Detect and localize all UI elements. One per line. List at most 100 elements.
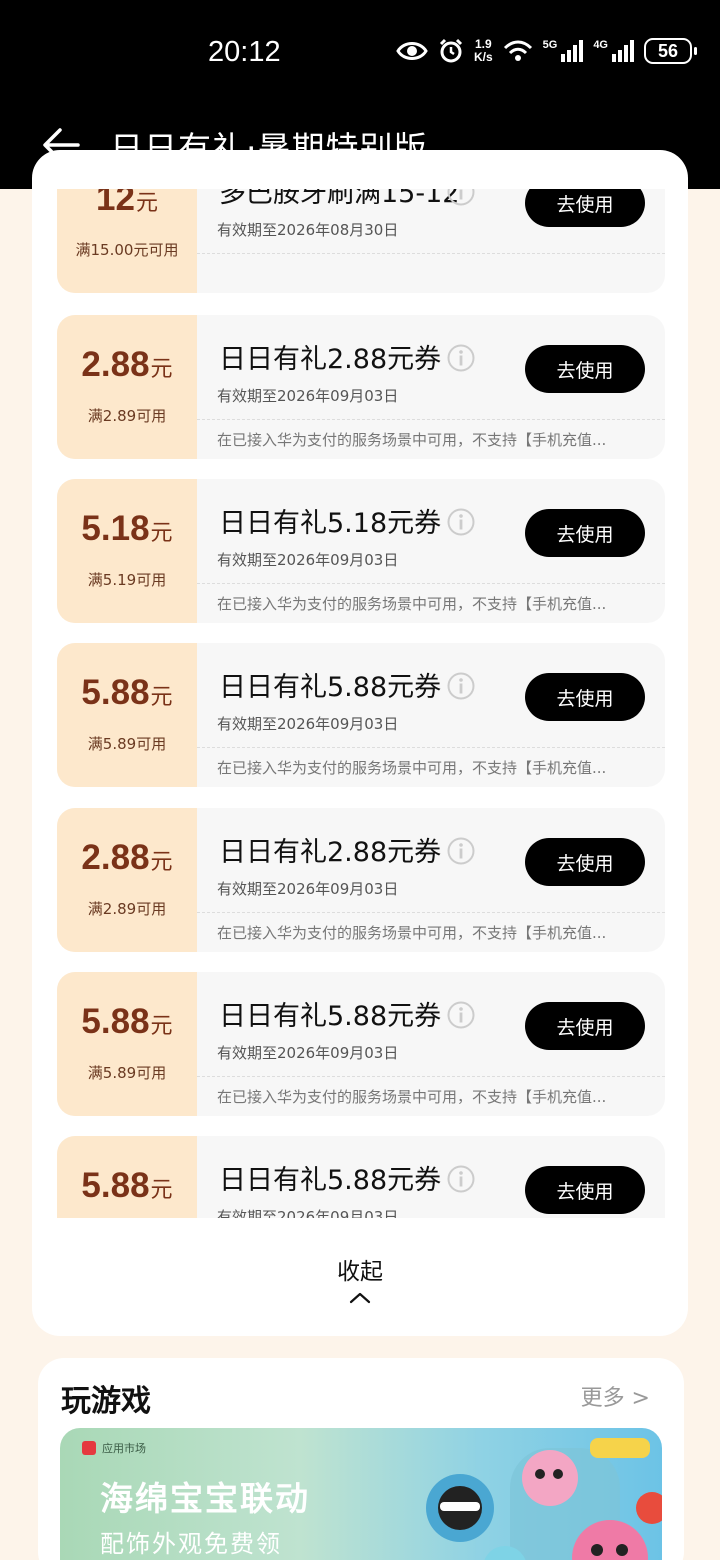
coupon-amount-value: 5.88 [81, 1002, 150, 1041]
coupon-divider [197, 253, 665, 254]
eye-icon [396, 42, 428, 60]
coupon-amount-value: 5.88 [81, 673, 150, 712]
coupon-note: 在已接入华为支付的服务场景中可用，不支持【手机充值... [217, 1088, 607, 1106]
status-time: 20:12 [208, 36, 281, 68]
wifi-icon [503, 40, 532, 61]
coupon-amount: 5.88元 [57, 673, 197, 713]
coupon-amount-box: 5.88元 满5.89可用 [57, 972, 197, 1116]
coupon-amount-unit: 元 [150, 1014, 173, 1039]
net-speed-unit: K/s [473, 50, 493, 64]
coupon-name: 多巴胺牙刷满15-12 [219, 189, 460, 209]
coupon-condition: 满15.00元可用 [75, 241, 179, 259]
coupon-amount-box: 5.18元 满5.19可用 [57, 479, 197, 623]
coupon-divider [197, 747, 665, 748]
status-icons: 1.9 K/s 5G 4G 56 [396, 38, 697, 64]
coupon-amount-unit: 元 [150, 357, 173, 382]
coupon-amount-unit: 元 [150, 850, 173, 875]
coupon-card: 5.88元 满5.89可用 日日有礼5.88元券 有效期至2026年09月03日… [57, 643, 665, 787]
net-speed: 1.9 K/s [474, 38, 493, 64]
coupon-condition: 满2.89可用 [87, 900, 167, 918]
collapse-label: 收起 [337, 1259, 383, 1285]
info-icon[interactable] [447, 508, 475, 536]
games-section: 玩游戏 更多 > 应用市场 海绵宝宝联动 配饰外观免费领 [38, 1358, 684, 1560]
coupon-amount-value: 5.18 [81, 509, 150, 548]
coupon-amount-box: 5.88元 [57, 1136, 197, 1218]
coupon-name: 日日有礼5.88元券 [219, 672, 442, 703]
coupon-name: 日日有礼2.88元券 [219, 837, 442, 868]
coupon-validity: 有效期至2026年09月03日 [217, 715, 399, 733]
battery-icon: 56 [644, 38, 697, 64]
coupon-amount-box: 5.88元 满5.89可用 [57, 643, 197, 787]
use-button[interactable]: 去使用 [525, 189, 645, 227]
use-button[interactable]: 去使用 [525, 509, 645, 557]
info-icon[interactable] [447, 1165, 475, 1193]
coupon-divider [197, 912, 665, 913]
coupon-condition: 满5.89可用 [87, 1064, 167, 1082]
signal-icon [612, 40, 634, 62]
coupon-validity: 有效期至2026年09月03日 [217, 387, 399, 405]
coupon-note: 在已接入华为支付的服务场景中可用，不支持【手机充值... [217, 759, 607, 777]
coupon-validity: 有效期至2026年08月30日 [217, 221, 399, 239]
collapse-button[interactable]: 收起 [310, 1252, 410, 1304]
info-icon[interactable] [447, 1001, 475, 1029]
info-icon[interactable] [447, 344, 475, 372]
signal-icon [561, 40, 584, 62]
coupon-amount: 5.88元 [57, 1002, 197, 1042]
game-banner[interactable]: 应用市场 海绵宝宝联动 配饰外观免费领 [60, 1428, 662, 1560]
coupon-card: 2.88元 满2.89可用 日日有礼2.88元券 有效期至2026年09月03日… [57, 808, 665, 952]
app-store-name: 应用市场 [102, 1442, 146, 1455]
coupon-amount-value: 2.88 [81, 345, 150, 384]
sig2-label: 4G [593, 39, 608, 51]
banner-artwork [426, 1438, 662, 1560]
coupon-amount-box: 2.88元 满2.89可用 [57, 808, 197, 952]
coupon-note: 在已接入华为支付的服务场景中可用，不支持【手机充值... [217, 431, 607, 449]
coupon-card: 5.88元 日日有礼5.88元券 有效期至2026年09月03日 去使用 [57, 1136, 665, 1218]
app-store-badge: 应用市场 [82, 1440, 146, 1456]
banner-headline: 海绵宝宝联动 [100, 1479, 310, 1518]
alarm-icon [439, 38, 462, 63]
banner-subline: 配饰外观免费领 [100, 1530, 282, 1558]
status-bar: 20:12 1.9 K/s 5G 4G 56 [0, 0, 720, 106]
coupon-amount-box: 12元 满15.00元可用 [57, 189, 197, 293]
coupon-validity: 有效期至2026年09月03日 [217, 1044, 399, 1062]
use-button[interactable]: 去使用 [525, 1166, 645, 1214]
use-button[interactable]: 去使用 [525, 1002, 645, 1050]
sig1-label: 5G [542, 39, 558, 51]
coupon-amount: 5.88元 [57, 1166, 197, 1206]
app-store-icon [82, 1441, 96, 1455]
coupon-name: 日日有礼2.88元券 [219, 344, 442, 375]
coupon-amount: 5.18元 [57, 509, 197, 549]
coupon-amount: 12元 [57, 189, 197, 219]
coupon-amount-value: 2.88 [81, 838, 150, 877]
coupon-amount: 2.88元 [57, 838, 197, 878]
coupon-name: 日日有礼5.18元券 [219, 508, 442, 539]
coupon-amount-value: 12 [96, 189, 135, 218]
coupon-validity: 有效期至2026年09月03日 [217, 1208, 399, 1218]
coupon-card: 5.88元 满5.89可用 日日有礼5.88元券 有效期至2026年09月03日… [57, 972, 665, 1116]
coupon-amount-unit: 元 [150, 521, 173, 546]
coupon-name: 日日有礼5.88元券 [219, 1165, 442, 1196]
coupon-card: 2.88元 满2.89可用 日日有礼2.88元券 有效期至2026年09月03日… [57, 315, 665, 459]
coupon-validity: 有效期至2026年09月03日 [217, 880, 399, 898]
games-title: 玩游戏 [61, 1384, 151, 1419]
coupon-divider [197, 419, 665, 420]
chevron-up-icon [349, 1292, 371, 1304]
coupon-amount-unit: 元 [150, 1178, 173, 1203]
games-more-link[interactable]: 更多 > [581, 1380, 650, 1412]
coupon-validity: 有效期至2026年09月03日 [217, 551, 399, 569]
coupon-condition: 满2.89可用 [87, 407, 167, 425]
use-button[interactable]: 去使用 [525, 673, 645, 721]
info-icon[interactable] [447, 837, 475, 865]
coupon-list[interactable]: 12元 满15.00元可用 多巴胺牙刷满15-12 有效期至2026年08月30… [57, 189, 665, 1218]
coupon-amount-unit: 元 [135, 191, 158, 216]
coupon-amount-value: 5.88 [81, 1166, 150, 1205]
use-button[interactable]: 去使用 [525, 345, 645, 393]
info-icon[interactable] [447, 189, 475, 206]
coupon-condition: 满5.19可用 [87, 571, 167, 589]
coupon-note: 在已接入华为支付的服务场景中可用，不支持【手机充值... [217, 595, 607, 613]
coupon-divider [197, 1076, 665, 1077]
coupon-note: 在已接入华为支付的服务场景中可用，不支持【手机充值... [217, 924, 607, 942]
coupon-card: 5.18元 满5.19可用 日日有礼5.18元券 有效期至2026年09月03日… [57, 479, 665, 623]
use-button[interactable]: 去使用 [525, 838, 645, 886]
info-icon[interactable] [447, 672, 475, 700]
